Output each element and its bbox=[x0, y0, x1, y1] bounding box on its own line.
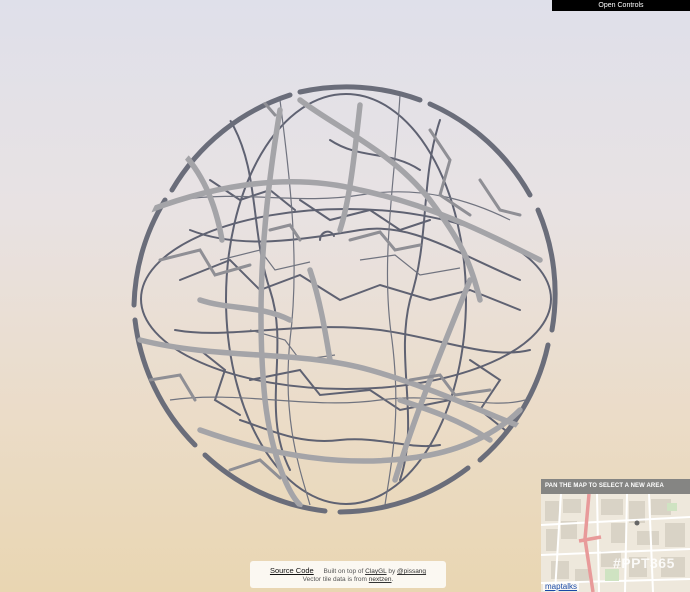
minimap-title: PAN THE MAP TO SELECT A NEW AREA bbox=[541, 479, 690, 494]
minimap-hashtag: #PPT365 bbox=[613, 555, 675, 571]
nextzen-link[interactable]: nextzen bbox=[369, 576, 392, 583]
minimap-tiles[interactable] bbox=[541, 479, 690, 592]
author-link[interactable]: @pissang bbox=[397, 568, 426, 575]
minimap-poi-icon bbox=[634, 520, 640, 526]
minimap-panel[interactable]: PAN THE MAP TO SELECT A NEW AREA #PPT365… bbox=[541, 479, 690, 592]
maptalks-link[interactable]: maptalks bbox=[543, 582, 580, 591]
source-code-link[interactable]: Source Code bbox=[270, 566, 314, 575]
vector-tile-text: Vector tile data is from bbox=[302, 576, 367, 583]
sphere-front-streets bbox=[137, 97, 543, 508]
built-on-text: Built on top of bbox=[323, 568, 364, 575]
credits-footer: Source Code Built on top of ClayGL by @p… bbox=[250, 561, 446, 588]
by-text: by bbox=[388, 568, 396, 575]
claygl-link[interactable]: ClayGL bbox=[365, 568, 386, 575]
open-controls-button[interactable]: Open Controls bbox=[552, 0, 690, 11]
